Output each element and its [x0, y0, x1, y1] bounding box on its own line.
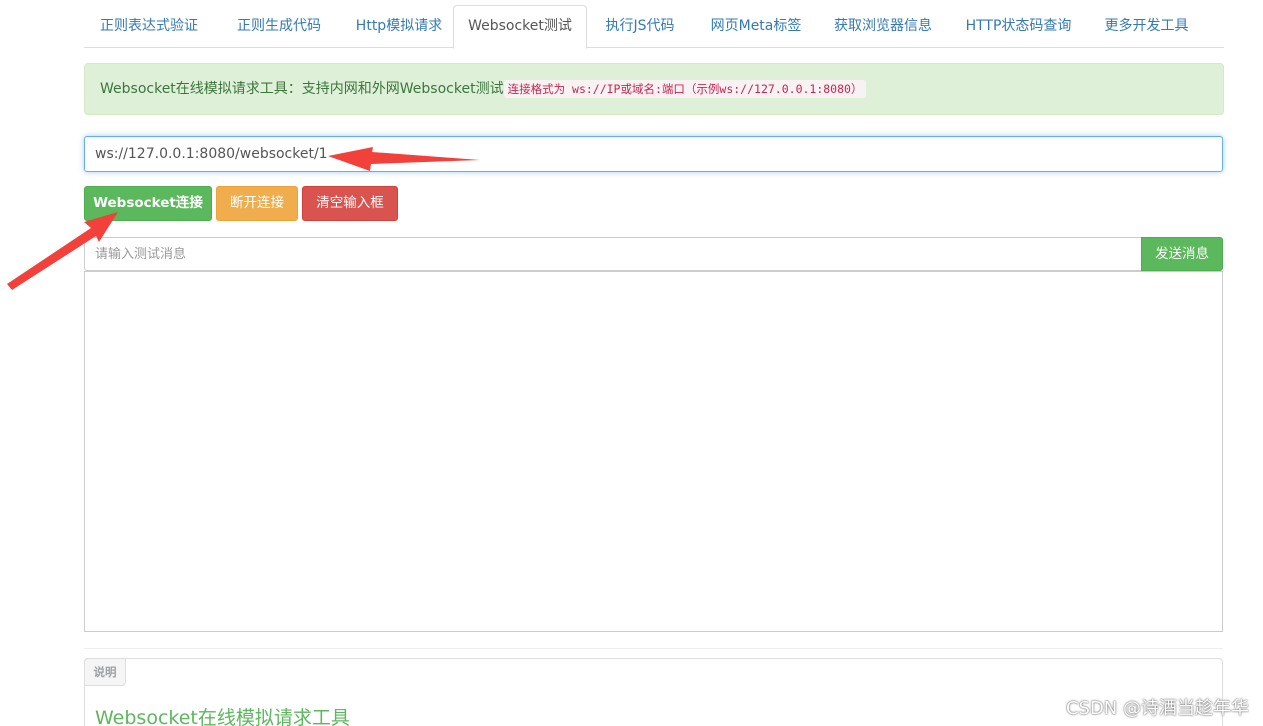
description-panel: 说明 Websocket在线模拟请求工具 — [84, 658, 1223, 726]
panel-label: 说明 — [84, 658, 126, 686]
connect-button[interactable]: Websocket连接 — [84, 186, 212, 221]
tab-regex-validate[interactable]: 正则表达式验证 — [84, 5, 214, 48]
websocket-url-input[interactable] — [84, 136, 1223, 172]
tab-meta-tags[interactable]: 网页Meta标签 — [696, 5, 816, 48]
clear-input-button[interactable]: 清空输入框 — [302, 186, 398, 221]
info-alert: Websocket在线模拟请求工具：支持内网和外网Websocket测试 连接格式… — [84, 63, 1224, 115]
tab-websocket-test[interactable]: Websocket测试 — [453, 5, 587, 49]
panel-title: Websocket在线模拟请求工具 — [95, 707, 350, 726]
tab-more-tools[interactable]: 更多开发工具 — [1094, 5, 1199, 48]
tab-http-status[interactable]: HTTP状态码查询 — [956, 5, 1081, 48]
alert-format-code: 连接格式为 ws://IP或域名:端口（示例ws://127.0.0.1:808… — [503, 80, 867, 98]
send-message-button[interactable]: 发送消息 — [1141, 237, 1223, 271]
tab-http-request[interactable]: Http模拟请求 — [344, 5, 454, 48]
disconnect-button[interactable]: 断开连接 — [216, 186, 298, 221]
tool-tabs: 正则表达式验证 正则生成代码 Http模拟请求 Websocket测试 执行JS… — [84, 5, 1224, 49]
tab-browser-info[interactable]: 获取浏览器信息 — [824, 5, 942, 48]
message-log-output[interactable] — [84, 271, 1223, 632]
divider — [84, 648, 1223, 649]
csdn-watermark: CSDN @诗酒当趁年华 — [1065, 698, 1249, 719]
message-input-group: 发送消息 — [84, 237, 1223, 271]
alert-text: Websocket在线模拟请求工具：支持内网和外网Websocket测试 — [100, 81, 504, 97]
test-message-input[interactable] — [84, 237, 1141, 271]
tab-regex-codegen[interactable]: 正则生成代码 — [214, 5, 344, 48]
tab-run-js[interactable]: 执行JS代码 — [592, 5, 688, 48]
